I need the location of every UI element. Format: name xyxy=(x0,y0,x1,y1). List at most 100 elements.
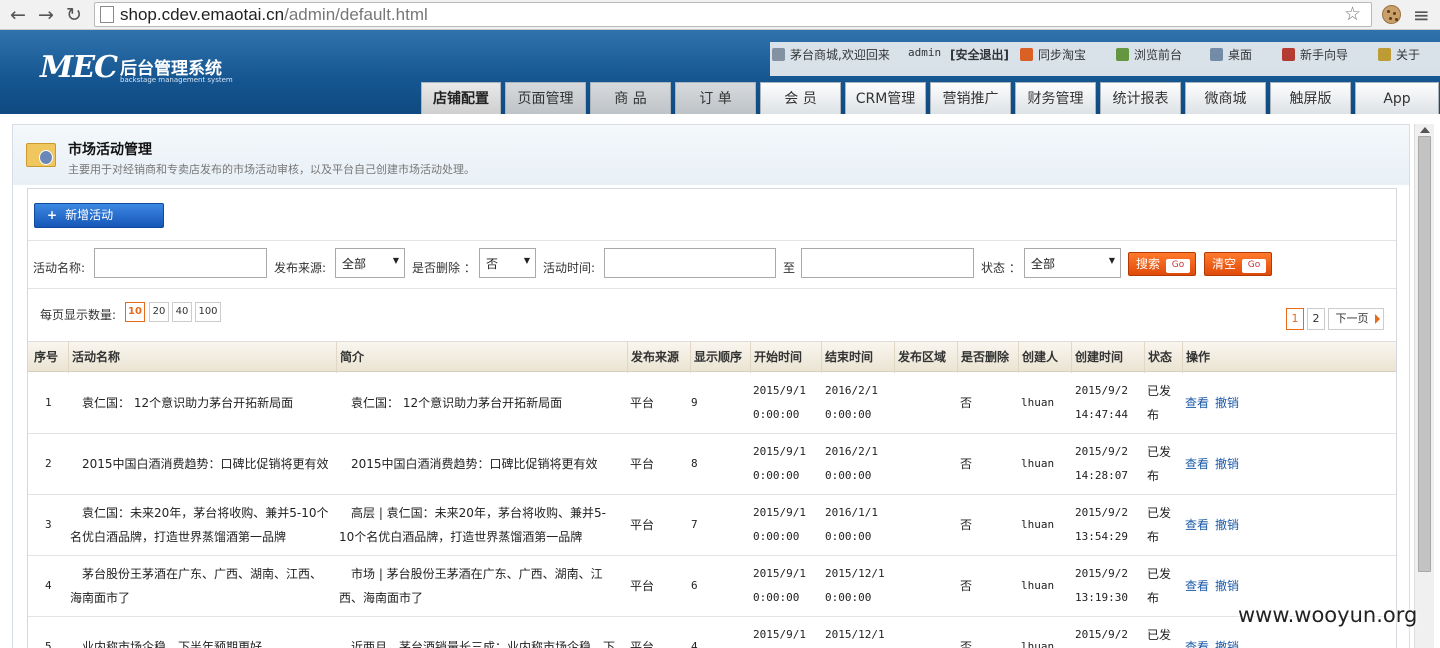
plus-icon: + xyxy=(47,208,58,222)
cell-created: 2015/9/2 14:47:44 xyxy=(1075,379,1128,427)
view-link[interactable]: 查看 xyxy=(1185,518,1209,532)
cell-name-line: 业内称市场企稳，下半年预期更好 xyxy=(82,640,263,648)
cell-start: 2015/9/10:00:00 xyxy=(753,623,806,648)
reload-icon[interactable]: ↻ xyxy=(61,2,87,28)
welcome-label: 茅台商城,欢迎回来 xyxy=(790,48,890,62)
add-activity-button[interactable]: + 新增活动 xyxy=(34,203,164,228)
bookmark-star-icon[interactable]: ☆ xyxy=(1344,3,1361,25)
table-row: 1 袁仁国： 12个意识助力茅台开拓新局面 袁仁国： 12个意识助力茅台开拓新局面 平… xyxy=(28,373,1396,434)
forward-arrow-icon[interactable]: → xyxy=(33,2,59,28)
end-time-input[interactable] xyxy=(801,248,974,278)
sync-taobao-label: 同步淘宝 xyxy=(1038,48,1087,62)
tab-orders[interactable]: 订 单 xyxy=(675,82,756,114)
activity-name-input[interactable] xyxy=(94,248,267,278)
about-link[interactable]: 关于 xyxy=(1378,46,1420,63)
cell-actions: 查看 撤销 xyxy=(1185,513,1245,537)
page-size-10[interactable]: 10 xyxy=(125,302,145,322)
col-no: 序号 xyxy=(34,350,59,364)
search-button[interactable]: 搜索 Go xyxy=(1128,252,1196,276)
tab-store-config[interactable]: 店铺配置 xyxy=(421,82,501,114)
cell-start-line: 2015/9/1 xyxy=(753,506,806,519)
cell-end-line: 2016/1/1 xyxy=(825,506,878,519)
tab-micro-mall[interactable]: 微商城 xyxy=(1185,82,1266,114)
tab-marketing[interactable]: 营销推广 xyxy=(930,82,1011,114)
col-name: 活动名称 xyxy=(68,342,336,373)
scroll-thumb[interactable] xyxy=(1418,136,1431,572)
view-link[interactable]: 查看 xyxy=(1185,396,1209,410)
cell-start-line: 2015/9/1 xyxy=(753,567,806,580)
col-start: 开始时间 xyxy=(750,342,821,373)
logo: MEC 后台管理系统 backstage management system xyxy=(40,50,233,85)
cell-intro: 高层 | 袁仁国：未来20年，茅台将收购、兼并5- 10个名优白酒品牌，打造世界蒸… xyxy=(339,501,624,549)
cell-created-line: 2015/9/2 xyxy=(1075,384,1128,397)
revoke-link[interactable]: 撤销 xyxy=(1215,518,1239,532)
cell-end: 2016/2/1 0:00:00 xyxy=(825,379,878,427)
cell-status-line: 布 xyxy=(1147,591,1160,605)
lock-icon xyxy=(1378,48,1391,61)
guide-link[interactable]: 新手向导 xyxy=(1282,46,1348,63)
tab-crm[interactable]: CRM管理 xyxy=(845,82,926,114)
tab-touch[interactable]: 触屏版 xyxy=(1270,82,1351,114)
logout-link[interactable]: [安全退出] xyxy=(950,46,1009,63)
scrollbar[interactable] xyxy=(1414,124,1434,648)
tab-page-manage[interactable]: 页面管理 xyxy=(505,82,586,114)
source-select[interactable]: 全部 xyxy=(335,248,405,278)
view-link[interactable]: 查看 xyxy=(1185,579,1209,593)
tab-reports[interactable]: 统计报表 xyxy=(1100,82,1181,114)
clear-button[interactable]: 清空 Go xyxy=(1204,252,1272,276)
browser-menu-icon[interactable]: ≡ xyxy=(1413,3,1430,27)
revoke-link[interactable]: 撤销 xyxy=(1215,457,1239,471)
divider xyxy=(28,240,1396,241)
divider xyxy=(28,288,1396,289)
cell-start: 2015/9/10:00:00 xyxy=(753,562,806,610)
cell-name-line: 海南面市了 xyxy=(70,591,131,605)
cell-intro-line: 2015中国白酒消费趋势：口碑比促销将更有效 xyxy=(351,457,598,471)
back-arrow-icon[interactable]: ← xyxy=(5,2,31,28)
url-host: shop.cdev.emaotai.cn xyxy=(120,5,285,24)
page-size-40[interactable]: 40 xyxy=(172,302,192,322)
cell-created-line: 14:47:44 xyxy=(1075,408,1128,421)
cell-no: 3 xyxy=(45,518,52,531)
page-1-button[interactable]: 1 xyxy=(1286,308,1304,330)
revoke-link[interactable]: 撤销 xyxy=(1215,640,1239,648)
start-time-input[interactable] xyxy=(604,248,776,278)
address-bar[interactable]: shop.cdev.emaotai.cn/admin/default.html … xyxy=(94,2,1372,27)
tab-members[interactable]: 会 员 xyxy=(760,82,841,114)
scroll-up-arrow-icon[interactable] xyxy=(1420,127,1430,133)
page-size-100[interactable]: 100 xyxy=(195,302,221,322)
page-icon xyxy=(100,6,114,23)
view-link[interactable]: 查看 xyxy=(1185,457,1209,471)
cell-order: 8 xyxy=(691,457,698,470)
browse-front-link[interactable]: 浏览前台 xyxy=(1116,46,1182,63)
cell-status: 已发布 xyxy=(1147,562,1171,610)
sync-taobao-link[interactable]: 同步淘宝 xyxy=(1020,46,1086,63)
cell-source: 平台 xyxy=(630,579,655,593)
tab-finance[interactable]: 财务管理 xyxy=(1015,82,1096,114)
tab-products[interactable]: 商 品 xyxy=(590,82,671,114)
revoke-link[interactable]: 撤销 xyxy=(1215,396,1239,410)
tab-app[interactable]: App xyxy=(1355,82,1439,114)
cookie-icon[interactable] xyxy=(1382,5,1401,24)
cell-name-line: 袁仁国：未来20年，茅台将收购、兼并5-10个 xyxy=(82,506,329,520)
flag-icon xyxy=(1282,48,1295,61)
desktop-link[interactable]: 桌面 xyxy=(1210,46,1252,63)
page-2-button[interactable]: 2 xyxy=(1307,308,1325,330)
cell-actions: 查看 撤销 xyxy=(1185,635,1245,648)
view-link[interactable]: 查看 xyxy=(1185,640,1209,648)
cell-status-line: 已发 xyxy=(1147,445,1172,459)
status-select[interactable]: 全部 xyxy=(1024,248,1121,278)
col-created: 创建时间 xyxy=(1071,342,1144,373)
go-badge: Go xyxy=(1166,259,1191,273)
deleted-select[interactable]: 否 xyxy=(479,248,536,278)
cell-end: 2015/12/1 0:00:00 xyxy=(825,562,885,610)
page-size-20[interactable]: 20 xyxy=(149,302,169,322)
browse-icon xyxy=(1116,48,1129,61)
cell-created: 2015/9/2 13:19:30 xyxy=(1075,562,1128,610)
cell-start-line: 0:00:00 xyxy=(753,530,800,543)
cell-order: 4 xyxy=(691,640,698,648)
cell-end-line: 0:00:00 xyxy=(825,530,872,543)
cell-end-line: 0:00:00 xyxy=(825,408,872,421)
next-page-button[interactable]: 下一页 xyxy=(1328,308,1384,330)
revoke-link[interactable]: 撤销 xyxy=(1215,579,1239,593)
cell-intro-line: 袁仁国： 12个意识助力茅台开拓新局面 xyxy=(351,396,563,410)
